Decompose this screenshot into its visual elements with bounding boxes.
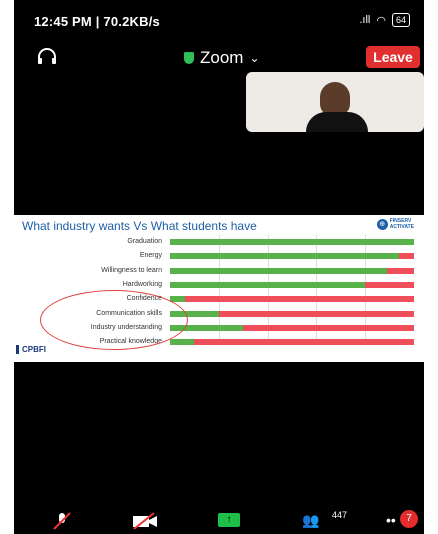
chart-bar-gap	[184, 296, 414, 303]
chart-bar-have	[170, 339, 195, 346]
chevron-down-icon: ⌄	[249, 51, 260, 65]
participants-icon: 👥	[302, 512, 320, 528]
more-dots-icon: ••	[386, 512, 396, 528]
chart-bar-gap	[399, 253, 414, 260]
chart-bar-have	[170, 253, 400, 260]
chart-bar-have	[170, 281, 366, 288]
meeting-title[interactable]: Zoom ⌄	[184, 48, 260, 68]
logo-text-line2: ACTIVATE	[389, 224, 414, 230]
footer-brand: CPBFI	[16, 345, 46, 354]
app-title-label: Zoom	[200, 48, 244, 67]
chart-bar-gap	[387, 267, 414, 274]
participants-button[interactable]: 👥 447	[302, 510, 347, 530]
participant-body	[306, 112, 368, 132]
chart-bar-gap	[194, 339, 414, 346]
status-right-icons: .ıll ◠ 64	[359, 13, 410, 27]
signal-icon: .ıll	[359, 14, 371, 26]
chart-bar-gap	[365, 281, 414, 288]
chart-bar-gap	[243, 324, 414, 331]
participants-count: 447	[332, 510, 348, 520]
headset-icon[interactable]	[36, 48, 58, 68]
status-bar: 12:45 PM | 70.2KB/s .ıll ◠ 64	[14, 0, 424, 36]
leave-button[interactable]: Leave	[366, 46, 420, 68]
stop-video-icon[interactable]	[132, 512, 158, 530]
chart-bar-have	[170, 239, 414, 245]
chart-row-label: Graduation	[127, 238, 162, 245]
more-button[interactable]: •• 7	[386, 510, 420, 530]
wifi-icon: ◠	[376, 14, 386, 27]
meeting-bottom-bar: ↑ 👥 447 •• 7	[14, 508, 424, 534]
slide-title: What industry wants Vs What students hav…	[22, 219, 257, 233]
battery-icon: 64	[391, 13, 410, 27]
status-left-text: 12:45 PM | 70.2KB/s	[34, 14, 160, 29]
chat-badge: 7	[400, 510, 418, 528]
participant-video-thumbnail[interactable]	[246, 72, 424, 132]
meeting-top-bar: Zoom ⌄ Leave	[14, 40, 424, 76]
chart-bar-gap	[218, 310, 414, 317]
chart-bar-have	[170, 267, 388, 274]
chart-row-label: Energy	[139, 252, 162, 260]
finserv-logo: ⊕ FINSERV ACTIVATE	[376, 218, 414, 230]
share-arrow-icon: ↑	[218, 513, 240, 527]
phone-screen: 12:45 PM | 70.2KB/s .ıll ◠ 64 Zoom ⌄ Lea…	[14, 0, 424, 534]
share-screen-button[interactable]: ↑	[218, 513, 240, 531]
chart-row-label: Hardworking	[122, 280, 162, 288]
logo-mark-icon: ⊕	[376, 218, 388, 230]
chart-row-label: Willingness to learn	[101, 266, 162, 274]
shield-icon	[184, 52, 194, 64]
participant-head	[320, 82, 350, 116]
mute-mic-icon[interactable]	[52, 512, 72, 530]
logo-text: FINSERV ACTIVATE	[390, 218, 414, 230]
annotation-circle	[40, 290, 188, 350]
